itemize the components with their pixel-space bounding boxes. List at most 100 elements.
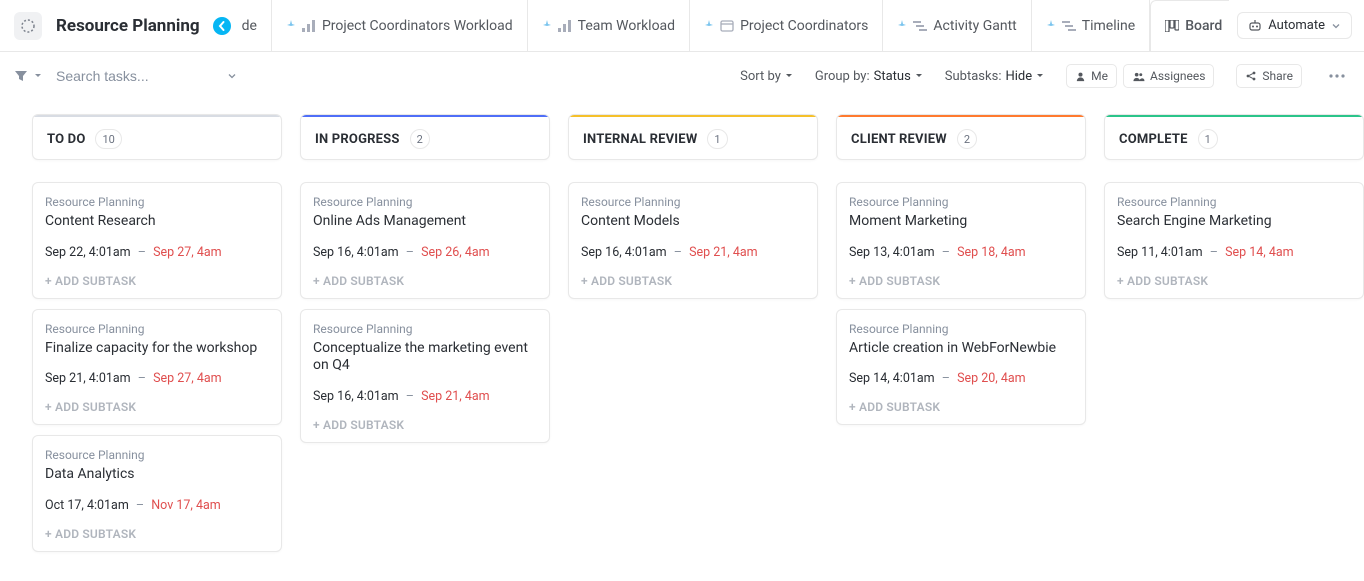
add-subtask-button[interactable]: + ADD SUBTASK bbox=[45, 400, 269, 414]
more-options-button[interactable] bbox=[1324, 63, 1350, 89]
task-due-date: Sep 14, 4am bbox=[1225, 245, 1294, 260]
task-due-date: Sep 27, 4am bbox=[153, 371, 222, 386]
view-tab[interactable]: Activity Gantt bbox=[883, 0, 1031, 51]
task-breadcrumb: Resource Planning bbox=[849, 322, 1073, 336]
column-cards: Resource Planning Moment Marketing Sep 1… bbox=[836, 182, 1086, 425]
task-title: Moment Marketing bbox=[849, 213, 1073, 231]
task-card[interactable]: Resource Planning Data Analytics Oct 17,… bbox=[32, 435, 282, 552]
task-breadcrumb: Resource Planning bbox=[45, 195, 269, 209]
task-card[interactable]: Resource Planning Online Ads Management … bbox=[300, 182, 550, 299]
page-title: Resource Planning bbox=[56, 16, 200, 36]
column-count-badge: 1 bbox=[707, 129, 727, 149]
task-due-date: Sep 21, 4am bbox=[689, 245, 758, 260]
column-header[interactable]: INTERNAL REVIEW 1 bbox=[568, 114, 818, 160]
task-card[interactable]: Resource Planning Content Models Sep 16,… bbox=[568, 182, 818, 299]
task-title: Data Analytics bbox=[45, 466, 269, 484]
add-subtask-button[interactable]: + ADD SUBTASK bbox=[45, 527, 269, 541]
chevron-down-icon bbox=[1331, 21, 1341, 31]
group-by-button[interactable]: Group by: Status bbox=[815, 69, 923, 84]
me-filter-button[interactable]: Me bbox=[1066, 64, 1117, 88]
task-card[interactable]: Resource Planning Content Research Sep 2… bbox=[32, 182, 282, 299]
group-value: Status bbox=[874, 69, 911, 84]
column-title: CLIENT REVIEW bbox=[851, 132, 947, 147]
task-due-date: Sep 26, 4am bbox=[421, 245, 490, 260]
search-input[interactable] bbox=[54, 67, 214, 85]
column-count-badge: 10 bbox=[95, 129, 121, 149]
date-separator: – bbox=[138, 371, 146, 386]
view-tab-label: Project Coordinators bbox=[740, 18, 868, 34]
add-subtask-button[interactable]: + ADD SUBTASK bbox=[313, 274, 537, 288]
view-tab[interactable]: Team Workload bbox=[528, 0, 690, 51]
view-tab-label: Board bbox=[1185, 18, 1222, 34]
column-title: COMPLETE bbox=[1119, 132, 1188, 147]
kanban-board: TO DO 10 Resource Planning Content Resea… bbox=[0, 100, 1364, 576]
add-subtask-button[interactable]: + ADD SUBTASK bbox=[313, 418, 537, 432]
task-title: Article creation in WebForNewbie bbox=[849, 340, 1073, 358]
task-title: Content Research bbox=[45, 213, 269, 231]
add-subtask-button[interactable]: + ADD SUBTASK bbox=[45, 274, 269, 288]
share-label: Share bbox=[1262, 69, 1293, 83]
date-separator: – bbox=[942, 245, 950, 260]
add-subtask-button[interactable]: + ADD SUBTASK bbox=[849, 274, 1073, 288]
task-title: Content Models bbox=[581, 213, 805, 231]
add-subtask-button[interactable]: + ADD SUBTASK bbox=[1117, 274, 1351, 288]
task-start-date: Oct 17, 4:01am bbox=[45, 498, 129, 513]
people-icon bbox=[1132, 71, 1145, 82]
view-tab[interactable]: Timeline bbox=[1032, 0, 1150, 51]
caret-down-icon bbox=[34, 72, 42, 80]
view-tab[interactable]: Project Coordinators Workload bbox=[272, 0, 528, 51]
task-title: Finalize capacity for the workshop bbox=[45, 340, 269, 358]
share-icon bbox=[1245, 70, 1257, 82]
task-card[interactable]: Resource Planning Article creation in We… bbox=[836, 309, 1086, 426]
task-card[interactable]: Resource Planning Moment Marketing Sep 1… bbox=[836, 182, 1086, 299]
task-due-date: Sep 21, 4am bbox=[421, 389, 490, 404]
automate-button[interactable]: Automate bbox=[1237, 12, 1352, 39]
column-count-badge: 1 bbox=[1198, 129, 1218, 149]
column-header[interactable]: COMPLETE 1 bbox=[1104, 114, 1364, 160]
column-header[interactable]: CLIENT REVIEW 2 bbox=[836, 114, 1086, 160]
sort-by-button[interactable]: Sort by bbox=[740, 69, 793, 84]
column-count-badge: 2 bbox=[957, 129, 977, 149]
pin-icon bbox=[286, 20, 296, 30]
task-card[interactable]: Resource Planning Search Engine Marketin… bbox=[1104, 182, 1364, 299]
task-card[interactable]: Resource Planning Finalize capacity for … bbox=[32, 309, 282, 426]
views-scroll-left[interactable] bbox=[212, 12, 232, 40]
topbar: Resource Planning de Project Coordinator… bbox=[0, 0, 1364, 52]
more-horizontal-icon bbox=[1329, 74, 1345, 78]
view-tab[interactable]: Board bbox=[1150, 0, 1229, 51]
date-separator: – bbox=[138, 245, 146, 260]
subtasks-button[interactable]: Subtasks: Hide bbox=[945, 69, 1044, 84]
column-header[interactable]: TO DO 10 bbox=[32, 114, 282, 160]
view-tab-label: de bbox=[242, 18, 257, 34]
task-card[interactable]: Resource Planning Conceptualize the mark… bbox=[300, 309, 550, 443]
share-button[interactable]: Share bbox=[1236, 64, 1302, 88]
view-tab-partial[interactable]: de bbox=[236, 0, 272, 51]
me-label: Me bbox=[1091, 69, 1108, 83]
task-breadcrumb: Resource Planning bbox=[313, 322, 537, 336]
view-tab-label: Project Coordinators Workload bbox=[322, 18, 513, 34]
filter-button[interactable] bbox=[14, 69, 42, 83]
topbar-right: Automate bbox=[1237, 12, 1364, 39]
column-title: IN PROGRESS bbox=[315, 132, 400, 147]
task-start-date: Sep 11, 4:01am bbox=[1117, 245, 1203, 260]
pin-icon bbox=[704, 20, 714, 30]
column-header[interactable]: IN PROGRESS 2 bbox=[300, 114, 550, 160]
add-subtask-button[interactable]: + ADD SUBTASK bbox=[581, 274, 805, 288]
automate-label: Automate bbox=[1268, 18, 1325, 33]
task-dates: Sep 21, 4:01am – Sep 27, 4am bbox=[45, 371, 269, 386]
board-column: TO DO 10 Resource Planning Content Resea… bbox=[32, 114, 282, 552]
task-title: Online Ads Management bbox=[313, 213, 537, 231]
search-options-chevron[interactable] bbox=[226, 70, 238, 82]
subtasks-label: Subtasks: bbox=[945, 69, 1002, 84]
task-title: Search Engine Marketing bbox=[1117, 213, 1351, 231]
view-tab-label: Timeline bbox=[1082, 18, 1135, 34]
date-separator: – bbox=[1210, 245, 1218, 260]
view-type-icon bbox=[720, 20, 734, 32]
task-dates: Sep 16, 4:01am – Sep 26, 4am bbox=[313, 245, 537, 260]
view-tabs: de Project Coordinators Workload Team Wo… bbox=[236, 0, 1230, 51]
assignees-filter-button[interactable]: Assignees bbox=[1123, 64, 1214, 88]
view-tab[interactable]: Project Coordinators bbox=[690, 0, 883, 51]
caret-down-icon bbox=[785, 72, 793, 80]
add-subtask-button[interactable]: + ADD SUBTASK bbox=[849, 400, 1073, 414]
pin-icon bbox=[542, 20, 552, 30]
